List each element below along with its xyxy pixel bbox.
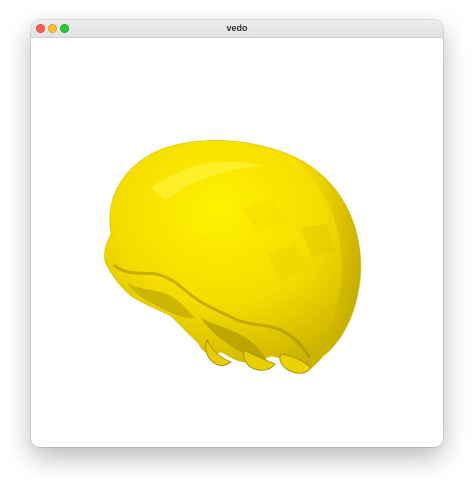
window-title: vedo: [226, 23, 248, 33]
skull-mesh[interactable]: [31, 38, 443, 447]
render-viewport[interactable]: [31, 38, 443, 447]
title-bar[interactable]: vedo: [31, 20, 443, 38]
app-window: vedo: [31, 20, 443, 447]
